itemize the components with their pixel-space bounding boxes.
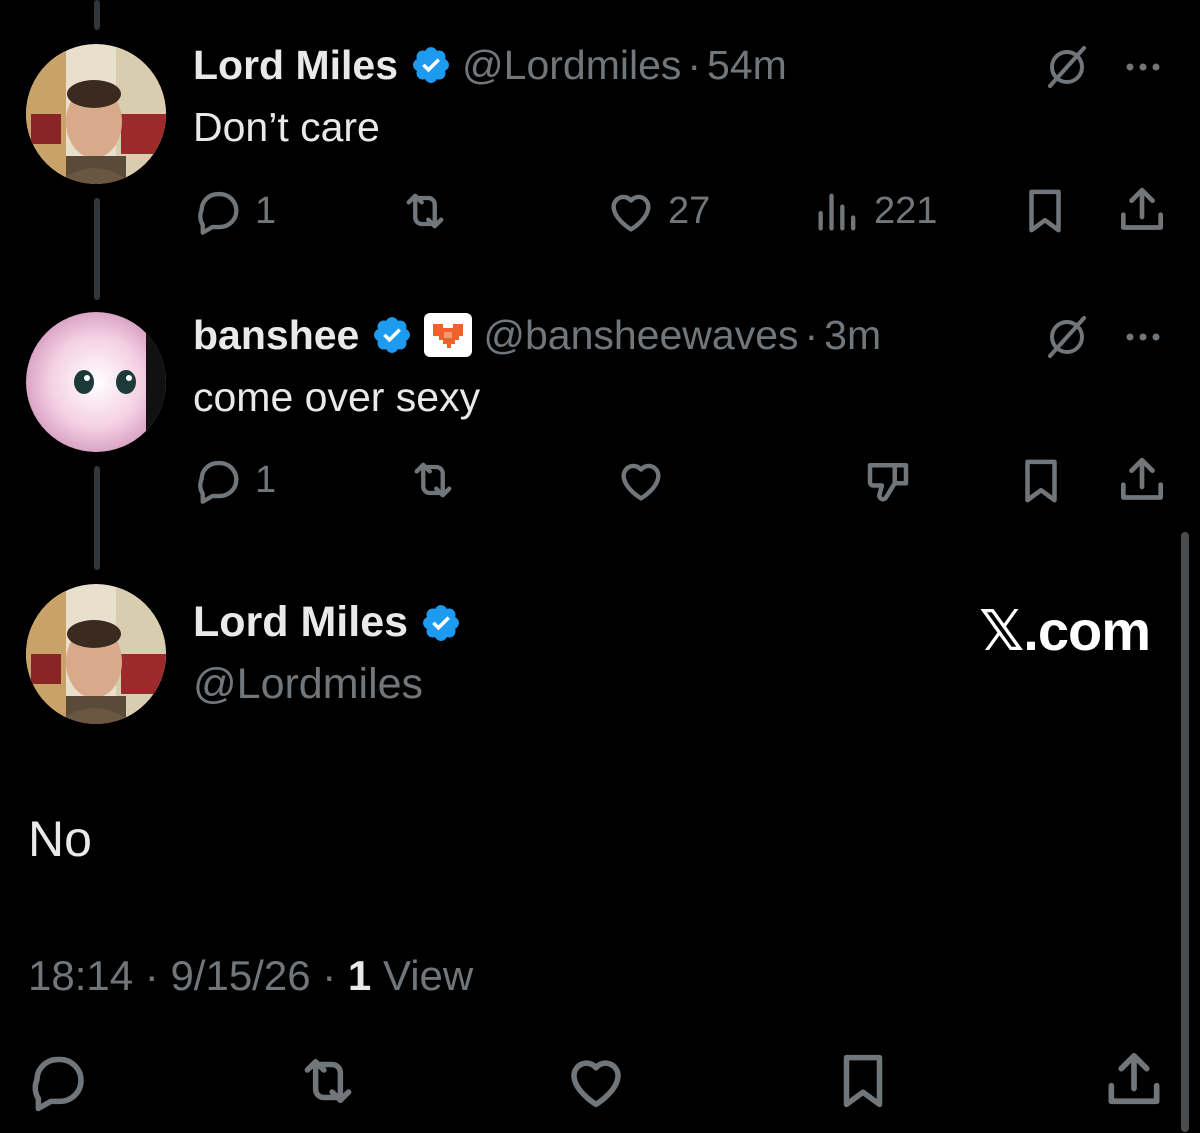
reply-button[interactable]: 1: [193, 452, 276, 508]
like-button[interactable]: [614, 452, 668, 508]
verified-badge-icon: [413, 47, 449, 83]
thread-line-top: [94, 0, 100, 30]
tweet-meta: 18:14 · 9/15/26 · 1 View: [28, 952, 473, 1000]
more-options-icon[interactable]: [1118, 42, 1168, 92]
handle[interactable]: @bansheewaves: [483, 312, 798, 359]
like-count: 27: [668, 189, 711, 232]
x-com-watermark: 𝕏.com: [979, 599, 1151, 662]
tweet-date[interactable]: 9/15/26: [170, 952, 310, 999]
thread-line-1: [94, 198, 100, 300]
avatar[interactable]: [26, 312, 166, 452]
repost-icon[interactable]: [292, 1048, 364, 1114]
reply-icon: [198, 460, 239, 504]
views-chart-icon: [818, 193, 856, 231]
avatar-banshee-icon: [26, 312, 166, 452]
display-name[interactable]: Lord Miles: [193, 598, 408, 647]
separator-dot: ·: [687, 41, 702, 88]
verified-badge-icon: [374, 317, 411, 353]
handle[interactable]: @Lordmiles: [462, 42, 681, 89]
main-display-name-row: Lord Miles: [193, 598, 462, 647]
reply-button[interactable]: 1: [193, 183, 276, 239]
repost-icon: [406, 193, 444, 229]
thread-line-2: [94, 466, 100, 570]
view-label: View: [382, 952, 474, 999]
view-count: 1: [347, 952, 372, 999]
pixel-heart-badge-icon: [424, 313, 473, 357]
tweet-text: No: [28, 811, 92, 867]
display-name[interactable]: Lord Miles: [193, 42, 398, 89]
timestamp[interactable]: 54m: [707, 42, 787, 89]
heart-icon[interactable]: [562, 1048, 630, 1114]
separator-dot: ·: [322, 952, 348, 999]
tweet-header: banshee @bansheewaves · 3m: [193, 310, 881, 360]
bookmark-icon[interactable]: [1018, 184, 1072, 238]
tweet-text: come over sexy: [193, 374, 481, 420]
like-button[interactable]: 27: [604, 183, 710, 239]
separator-dot: ·: [144, 952, 171, 999]
bookmark-icon[interactable]: [830, 1048, 896, 1114]
reply-icon: [198, 191, 239, 235]
repost-button[interactable]: [396, 183, 454, 239]
scrollbar[interactable]: [1181, 532, 1189, 1132]
heart-icon: [611, 194, 651, 232]
verified-badge-icon: [423, 604, 459, 641]
handle[interactable]: @Lordmiles: [193, 660, 423, 709]
tweet-text: Don’t care: [193, 104, 380, 150]
avatar-lord-miles-icon: [26, 44, 166, 184]
views-button[interactable]: 221: [812, 183, 937, 239]
reply-count: 1: [255, 189, 277, 232]
tweet-header: Lord Miles @Lordmiles · 54m: [193, 40, 787, 90]
repost-button[interactable]: [404, 452, 462, 508]
share-icon[interactable]: [1114, 182, 1170, 238]
timestamp[interactable]: 3m: [824, 312, 881, 359]
downvote-icon[interactable]: [860, 454, 916, 508]
more-options-icon[interactable]: [1118, 312, 1168, 362]
tweet-time[interactable]: 18:14: [28, 952, 133, 999]
share-icon[interactable]: [1114, 452, 1170, 508]
avatar-lord-miles-icon: [26, 584, 166, 724]
grok-icon[interactable]: [1042, 312, 1092, 362]
heart-icon: [621, 463, 661, 501]
repost-icon: [414, 462, 452, 498]
avatar[interactable]: [26, 584, 166, 724]
share-icon[interactable]: [1100, 1046, 1168, 1114]
display-name[interactable]: banshee: [193, 312, 359, 359]
bookmark-icon[interactable]: [1014, 454, 1068, 508]
avatar[interactable]: [26, 44, 166, 184]
reply-icon[interactable]: [26, 1048, 92, 1114]
reply-count: 1: [255, 458, 277, 501]
grok-icon[interactable]: [1042, 42, 1092, 92]
separator-dot: ·: [804, 311, 819, 358]
view-count: 221: [874, 189, 938, 232]
